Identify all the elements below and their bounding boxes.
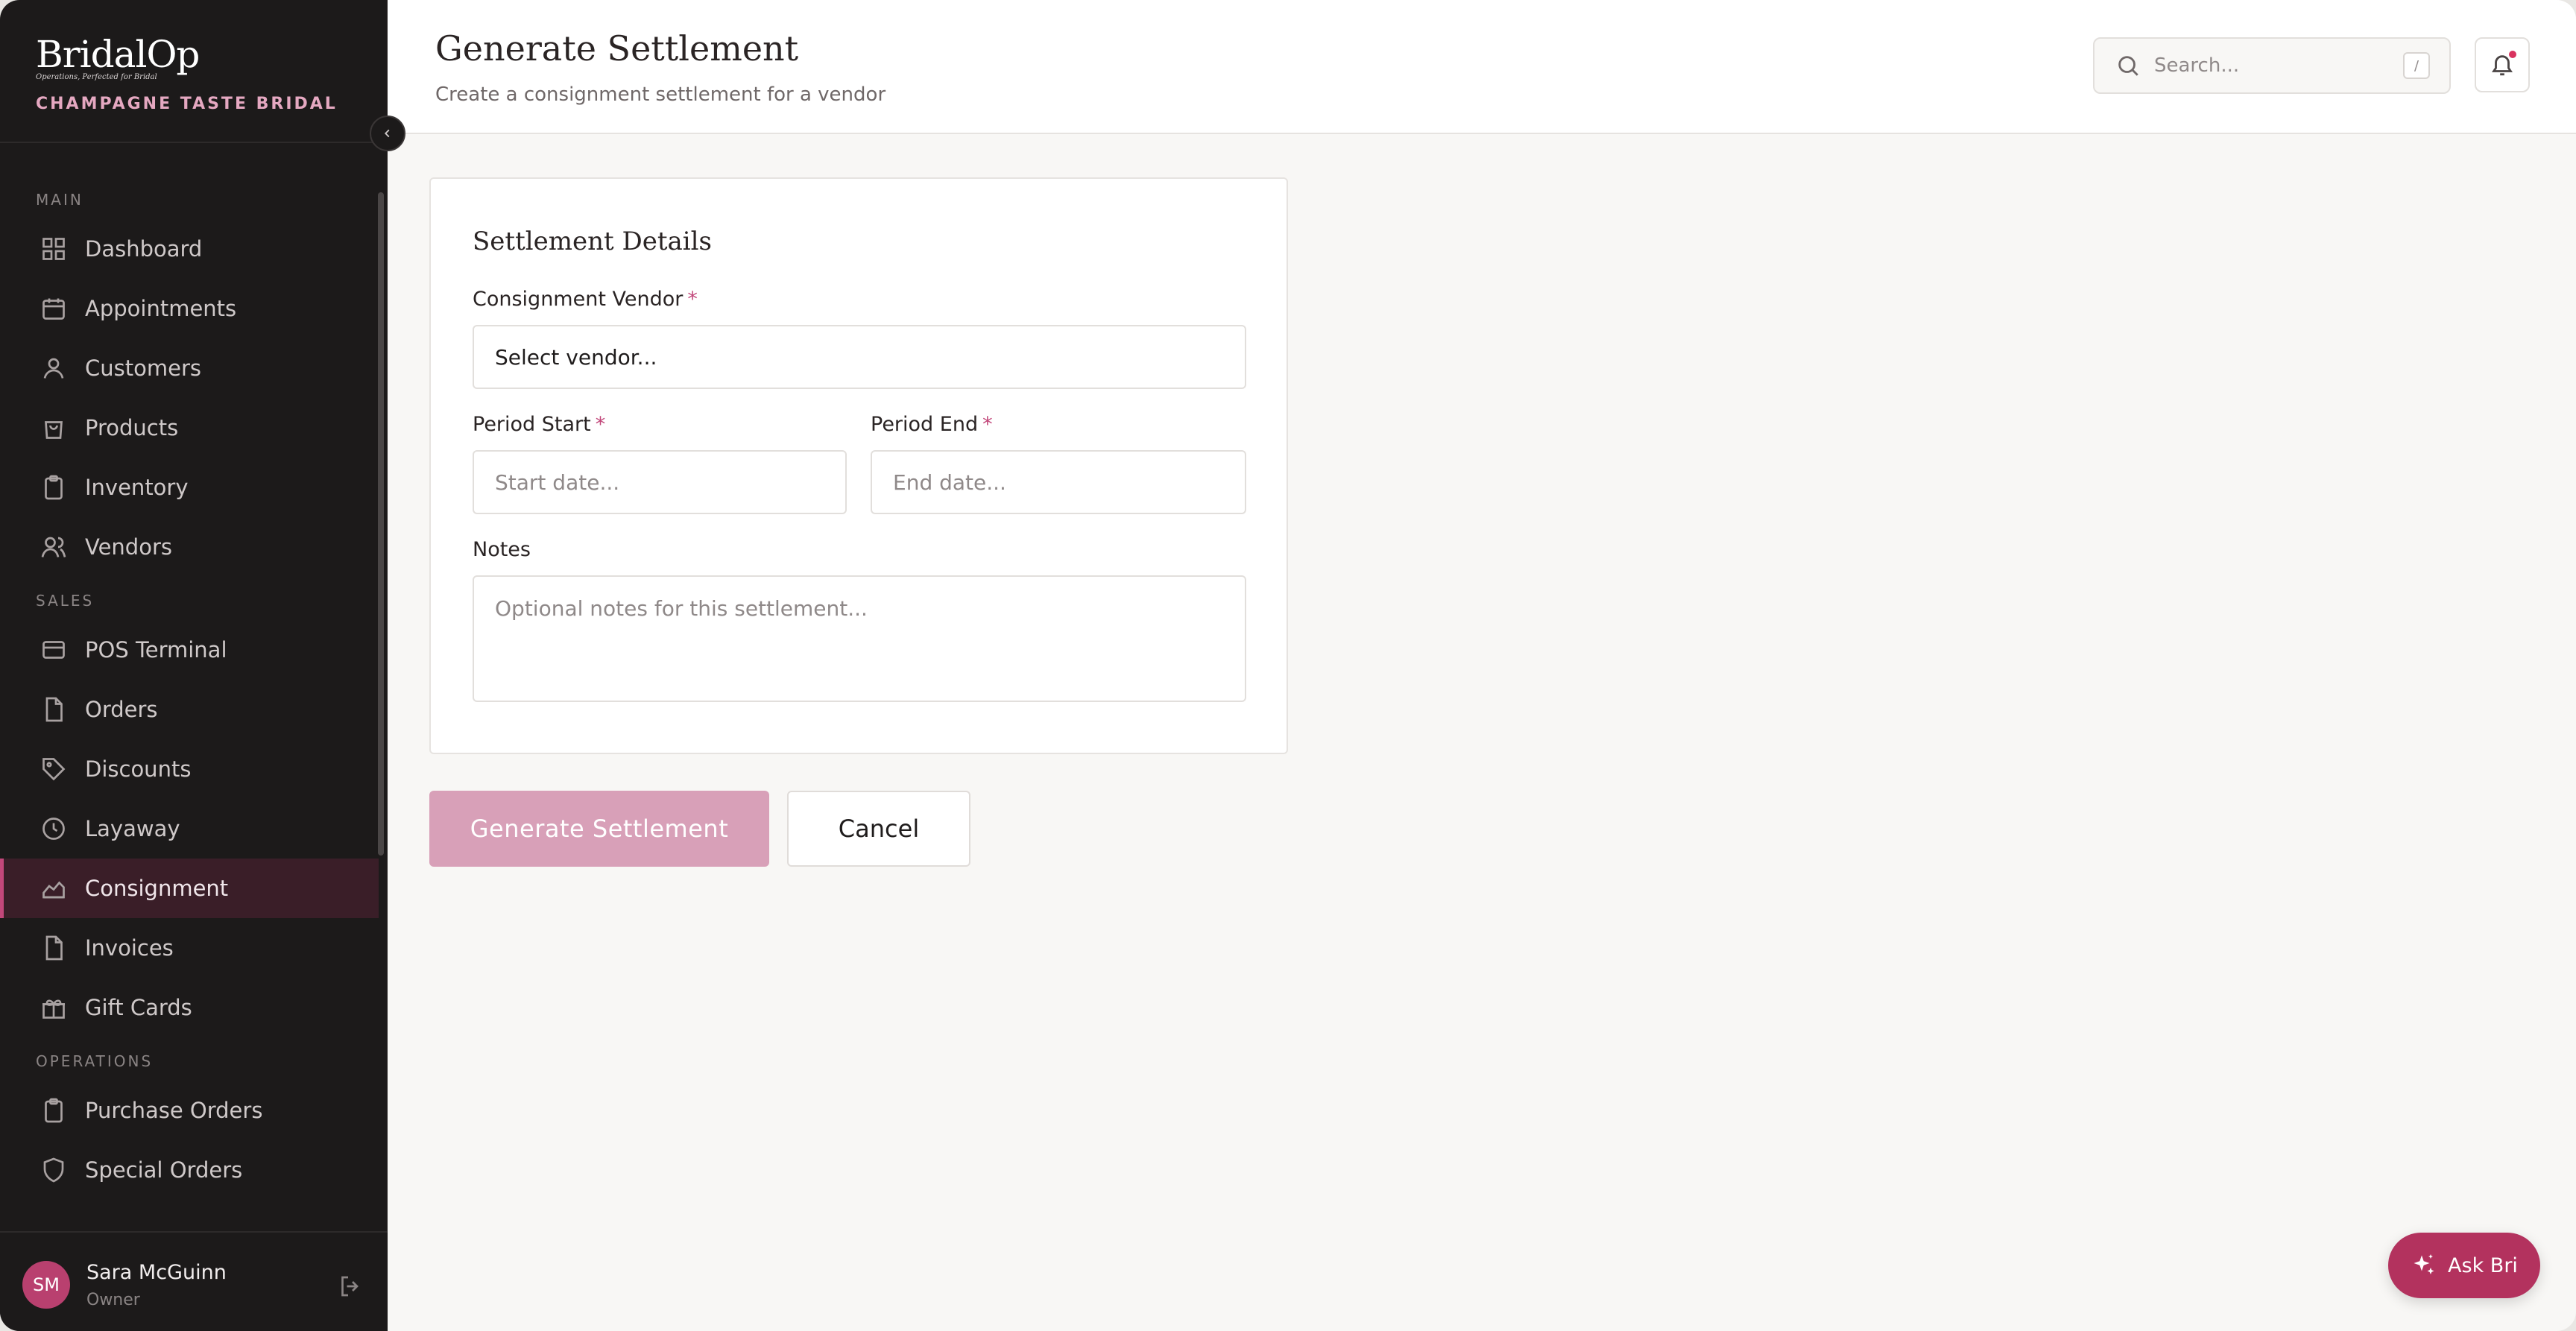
sidebar-item-special-orders[interactable]: Special Orders xyxy=(0,1140,379,1200)
sidebar-item-label: Appointments xyxy=(85,296,237,321)
user-profile[interactable]: SM Sara McGuinn Owner xyxy=(0,1231,388,1331)
chart-icon xyxy=(39,873,69,903)
user-icon xyxy=(39,353,69,383)
vendor-label-text: Consignment Vendor xyxy=(473,288,684,311)
sidebar-item-label: Discounts xyxy=(85,756,192,782)
period-start-label: Period Start * xyxy=(473,413,605,436)
notification-badge xyxy=(2509,51,2516,58)
sidebar-item-dashboard[interactable]: Dashboard xyxy=(0,219,379,279)
nav-section-main: MAIN xyxy=(36,191,83,209)
collapse-sidebar-button[interactable] xyxy=(370,116,405,151)
shield-icon xyxy=(39,1155,69,1185)
tag-icon xyxy=(39,754,69,784)
vendor-label: Consignment Vendor * xyxy=(473,288,698,311)
sidebar-item-label: Customers xyxy=(85,355,201,381)
period-end-label: Period End * xyxy=(871,413,993,436)
sidebar-item-pos-terminal[interactable]: POS Terminal xyxy=(0,620,379,680)
vendor-select-value: Select vendor... xyxy=(495,344,657,370)
sidebar-item-label: Purchase Orders xyxy=(85,1098,263,1123)
sidebar-item-label: Inventory xyxy=(85,475,189,500)
logout-icon[interactable] xyxy=(337,1273,364,1300)
sidebar-item-orders[interactable]: Orders xyxy=(0,680,379,739)
card-title: Settlement Details xyxy=(473,227,712,256)
search-input[interactable]: Search... / xyxy=(2093,37,2451,94)
chevron-left-icon xyxy=(384,129,390,138)
notes-textarea[interactable]: Optional notes for this settlement... xyxy=(473,575,1246,702)
notes-placeholder: Optional notes for this settlement... xyxy=(495,596,868,621)
sidebar-item-discounts[interactable]: Discounts xyxy=(0,739,379,799)
users-icon xyxy=(39,532,69,562)
gift-icon xyxy=(39,993,69,1022)
sidebar-item-label: Special Orders xyxy=(85,1157,243,1183)
generate-settlement-button[interactable]: Generate Settlement xyxy=(429,791,769,867)
sparkles-icon xyxy=(2414,1254,2434,1274)
sidebar-item-label: Vendors xyxy=(85,534,172,560)
page-title: Generate Settlement xyxy=(435,28,799,69)
user-name: Sara McGuinn xyxy=(86,1261,227,1284)
clipboard-icon xyxy=(39,472,69,502)
user-role: Owner xyxy=(86,1291,140,1309)
grid-icon xyxy=(39,234,69,264)
notifications-button[interactable] xyxy=(2475,37,2530,92)
period-start-input[interactable]: Start date... xyxy=(473,450,847,514)
sidebar-item-invoices[interactable]: Invoices xyxy=(0,918,379,978)
period-start-placeholder: Start date... xyxy=(495,470,620,495)
sidebar-item-vendors[interactable]: Vendors xyxy=(0,517,379,577)
brand-logo[interactable]: BridalOp Operations, Perfected for Brida… xyxy=(36,33,338,113)
page-header: Generate Settlement Create a consignment… xyxy=(388,0,2576,134)
sidebar-divider xyxy=(0,142,388,143)
period-end-label-text: Period End xyxy=(871,413,979,436)
card-icon xyxy=(39,635,69,665)
required-mark: * xyxy=(982,413,993,436)
ask-bri-label: Ask Bri xyxy=(2448,1253,2518,1277)
search-shortcut-key: / xyxy=(2403,52,2430,79)
sidebar-item-purchase-orders[interactable]: Purchase Orders xyxy=(0,1081,379,1140)
sidebar-item-label: Layaway xyxy=(85,816,180,841)
sidebar-item-label: Invoices xyxy=(85,935,174,961)
sidebar-item-label: Consignment xyxy=(85,876,229,901)
sidebar-nav: MAIN Dashboard Appointments Customers Pr… xyxy=(0,186,379,1200)
period-start-label-text: Period Start xyxy=(473,413,591,436)
sidebar-item-gift-cards[interactable]: Gift Cards xyxy=(0,978,379,1037)
clipboard-icon xyxy=(39,1096,69,1125)
clock-icon xyxy=(39,814,69,844)
page-subtitle: Create a consignment settlement for a ve… xyxy=(435,83,886,106)
sidebar-item-products[interactable]: Products xyxy=(0,398,379,458)
required-mark: * xyxy=(595,413,606,436)
app-window: BridalOp Operations, Perfected for Brida… xyxy=(0,0,2576,1331)
notes-label: Notes xyxy=(473,538,531,561)
sidebar-item-label: Products xyxy=(85,415,179,440)
period-end-placeholder: End date... xyxy=(893,470,1006,495)
sidebar-item-label: POS Terminal xyxy=(85,637,227,663)
sidebar-item-consignment[interactable]: Consignment xyxy=(0,859,379,918)
sidebar-item-customers[interactable]: Customers xyxy=(0,338,379,398)
avatar: SM xyxy=(22,1261,70,1309)
ask-bri-button[interactable]: Ask Bri xyxy=(2388,1233,2540,1298)
sidebar: BridalOp Operations, Perfected for Brida… xyxy=(0,0,388,1331)
nav-section-operations: OPERATIONS xyxy=(36,1052,154,1070)
sidebar-item-label: Gift Cards xyxy=(85,995,192,1020)
required-mark: * xyxy=(687,288,698,311)
cancel-button[interactable]: Cancel xyxy=(787,791,970,867)
store-name: CHAMPAGNE TASTE BRIDAL xyxy=(36,95,338,113)
settlement-details-card: Settlement Details Consignment Vendor * S… xyxy=(429,177,1288,754)
file-icon xyxy=(39,933,69,963)
file-icon xyxy=(39,695,69,724)
calendar-icon xyxy=(39,294,69,323)
nav-section-sales: SALES xyxy=(36,592,95,610)
sidebar-item-label: Orders xyxy=(85,697,158,722)
sidebar-item-layaway[interactable]: Layaway xyxy=(0,799,379,859)
search-icon xyxy=(2118,56,2138,76)
vendor-select[interactable]: Select vendor... xyxy=(473,325,1246,389)
period-end-input[interactable]: End date... xyxy=(871,450,1246,514)
sidebar-item-inventory[interactable]: Inventory xyxy=(0,458,379,517)
search-placeholder: Search... xyxy=(2154,54,2240,77)
sidebar-scrollbar[interactable] xyxy=(378,192,384,856)
bag-icon xyxy=(39,413,69,443)
sidebar-item-label: Dashboard xyxy=(85,236,203,262)
brand-name: BridalOp xyxy=(36,33,200,76)
sidebar-item-appointments[interactable]: Appointments xyxy=(0,279,379,338)
